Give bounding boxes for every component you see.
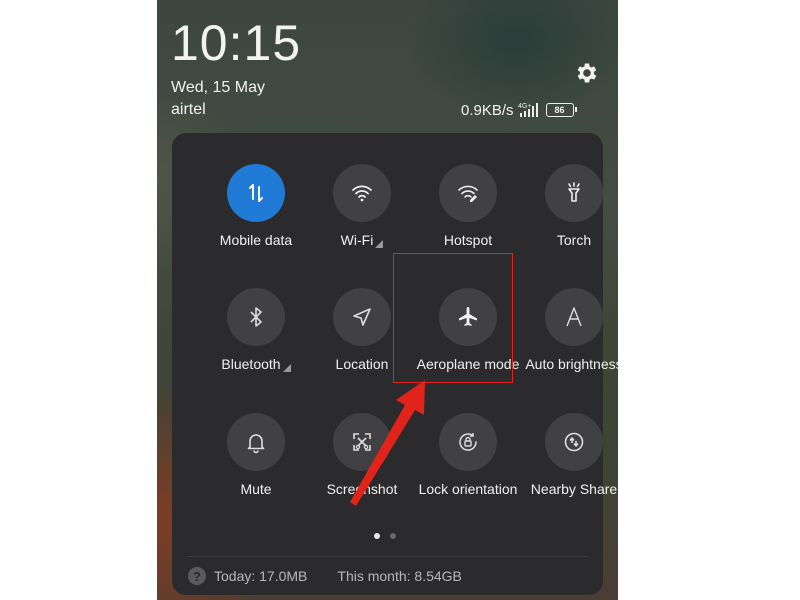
page-dot-active[interactable] bbox=[374, 533, 380, 539]
usage-today: Today: 17.0MB bbox=[214, 568, 308, 584]
expand-indicator-icon bbox=[282, 364, 291, 372]
tile-label: Nearby Share bbox=[530, 481, 618, 497]
tile-mobile-data[interactable]: Mobile data bbox=[196, 164, 316, 264]
tile-wifi[interactable]: Wi-Fi bbox=[302, 164, 422, 264]
tile-label: Mobile data bbox=[219, 232, 293, 248]
battery-icon: 86 bbox=[545, 103, 577, 117]
clock-date: Wed, 15 May bbox=[171, 79, 265, 96]
tile-label: Bluetooth bbox=[221, 356, 281, 372]
tile-label: Mute bbox=[240, 481, 272, 497]
hotspot-icon bbox=[458, 185, 478, 202]
status-bar: 0.9KB/s 4G+ 86 bbox=[461, 100, 577, 120]
mobile-data-icon bbox=[249, 184, 263, 202]
screenshot-icon bbox=[353, 433, 371, 451]
carrier-name: airtel bbox=[171, 101, 206, 118]
gear-icon[interactable] bbox=[574, 60, 600, 86]
signal-icon: 4G+ bbox=[518, 103, 538, 117]
mobile-data-toggle[interactable] bbox=[227, 164, 285, 222]
quick-settings-panel: Mobile data Wi-Fi Hotspot Torch Bluetoot… bbox=[172, 133, 618, 595]
divider bbox=[187, 556, 588, 557]
hotspot-toggle[interactable] bbox=[439, 164, 497, 222]
page-dot[interactable] bbox=[390, 533, 396, 539]
location-toggle[interactable] bbox=[333, 288, 391, 346]
location-icon bbox=[353, 308, 371, 326]
usage-month: This month: 8.54GB bbox=[337, 568, 462, 584]
tile-label: Torch bbox=[556, 232, 592, 248]
tile-label: Screenshot bbox=[326, 481, 398, 497]
data-usage-bar[interactable]: ? Today: 17.0MB This month: 8.54GB bbox=[188, 567, 462, 585]
tile-label: Auto brightness bbox=[525, 356, 618, 372]
lock-rotation-icon bbox=[459, 433, 477, 451]
tile-hotspot[interactable]: Hotspot bbox=[408, 164, 528, 264]
auto-brightness-icon bbox=[566, 307, 582, 327]
clock-time: 10:15 bbox=[171, 15, 302, 71]
tile-bluetooth[interactable]: Bluetooth bbox=[196, 288, 316, 388]
help-icon[interactable]: ? bbox=[188, 567, 206, 585]
tile-label: Hotspot bbox=[443, 232, 493, 248]
tile-nearby-share[interactable]: Nearby Share bbox=[514, 413, 618, 513]
tile-label: Location bbox=[335, 356, 389, 372]
torch-toggle[interactable] bbox=[545, 164, 603, 222]
tile-auto-brightness[interactable]: Auto brightness bbox=[514, 288, 618, 388]
bluetooth-toggle[interactable] bbox=[227, 288, 285, 346]
expand-indicator-icon bbox=[375, 240, 384, 248]
lock-orientation-toggle[interactable] bbox=[439, 413, 497, 471]
tile-mute[interactable]: Mute bbox=[196, 413, 316, 513]
battery-level: 86 bbox=[554, 105, 565, 115]
nearby-share-icon bbox=[564, 432, 584, 452]
annotation-highlight-box bbox=[393, 253, 513, 383]
page-indicator[interactable] bbox=[374, 533, 396, 539]
bell-icon bbox=[247, 434, 265, 454]
wifi-icon bbox=[352, 185, 372, 202]
tile-lock-orientation[interactable]: Lock orientation bbox=[408, 413, 528, 513]
nearby-share-toggle[interactable] bbox=[545, 413, 603, 471]
mute-toggle[interactable] bbox=[227, 413, 285, 471]
tile-label: Wi-Fi bbox=[340, 232, 374, 248]
wifi-toggle[interactable] bbox=[333, 164, 391, 222]
torch-icon bbox=[568, 182, 580, 202]
screenshot-toggle[interactable] bbox=[333, 413, 391, 471]
tile-torch[interactable]: Torch bbox=[514, 164, 618, 264]
network-speed: 0.9KB/s bbox=[461, 101, 514, 119]
phone-screen: 10:15 Wed, 15 May airtel 0.9KB/s 4G+ 86 … bbox=[157, 0, 618, 600]
tile-label: Lock orientation bbox=[418, 481, 518, 497]
bluetooth-icon bbox=[250, 307, 262, 327]
network-badge: 4G+ bbox=[518, 103, 531, 110]
tile-screenshot[interactable]: Screenshot bbox=[302, 413, 422, 513]
auto-brightness-toggle[interactable] bbox=[545, 288, 603, 346]
